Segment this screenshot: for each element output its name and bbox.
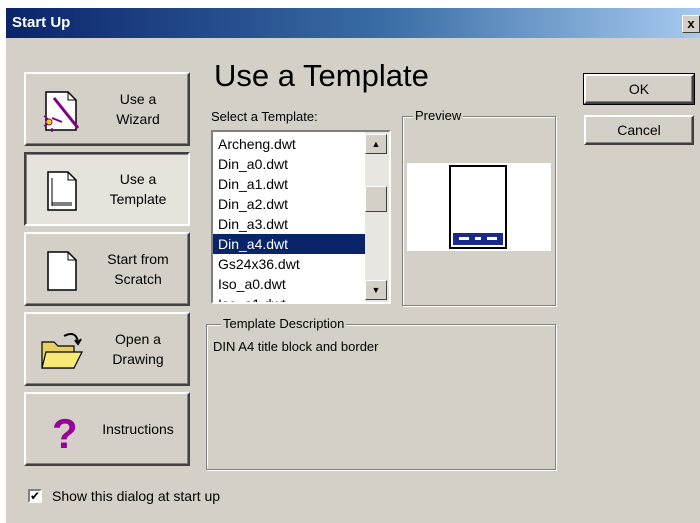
scroll-down-icon[interactable]: ▼ [365, 280, 387, 300]
sidebar-button-blank-page[interactable]: Start from Scratch [24, 232, 190, 306]
list-item[interactable]: Din_a1.dwt [213, 174, 365, 194]
template-list: Archeng.dwt Din_a0.dwt Din_a1.dwt Din_a2.dw… [213, 134, 365, 302]
window-title: Start Up [12, 14, 71, 31]
title-bar[interactable]: Start Up x [6, 8, 700, 38]
wizard-icon [40, 88, 84, 134]
description-label: Template Description [221, 316, 347, 331]
show-dialog-label[interactable]: Show this dialog at start up [52, 488, 220, 504]
description-group: Template Description DIN A4 title block … [206, 316, 556, 470]
sidebar-button-label: Use a Template [109, 171, 167, 207]
preview-group: Preview [402, 108, 556, 306]
list-item[interactable]: Din_a0.dwt [213, 154, 365, 174]
ok-button[interactable]: OK [583, 73, 695, 105]
list-item[interactable]: Din_a4.dwt [213, 234, 365, 254]
title-block-graphic [453, 233, 503, 245]
blank-page-icon [40, 248, 84, 294]
open-folder-icon [40, 328, 84, 374]
sidebar-button-question-mark[interactable]: ? Instructions [24, 392, 190, 466]
list-scrollbar[interactable]: ▲ ▼ [365, 132, 389, 302]
template-preview-image [407, 163, 551, 251]
sidebar-button-wizard[interactable]: Use a Wizard [24, 72, 190, 146]
svg-text:?: ? [52, 410, 78, 454]
select-template-label: Select a Template: [211, 109, 318, 124]
list-item[interactable]: Din_a2.dwt [213, 194, 365, 214]
sidebar-button-template[interactable]: Use a Template [24, 152, 190, 226]
sheet-thumbnail [449, 165, 507, 249]
list-item[interactable]: Archeng.dwt [213, 134, 365, 154]
list-item[interactable]: Din_a3.dwt [213, 214, 365, 234]
sidebar-button-label: Use a Wizard [116, 91, 160, 127]
template-listbox[interactable]: Archeng.dwt Din_a0.dwt Din_a1.dwt Din_a2.dw… [211, 130, 391, 304]
page-title: Use a Template [214, 58, 429, 93]
question-mark-icon: ? [40, 408, 84, 457]
template-description: DIN A4 title block and border [213, 339, 379, 354]
list-item[interactable]: Gs24x36.dwt [213, 254, 365, 274]
list-item[interactable]: Iso_a1.dwt [213, 294, 365, 302]
sidebar-button-label: Start from Scratch [107, 251, 169, 287]
close-button[interactable]: x [682, 15, 700, 33]
sidebar-button-label: Open a Drawing [112, 331, 164, 367]
template-icon [40, 168, 84, 214]
scroll-up-icon[interactable]: ▲ [365, 134, 387, 154]
start-up-dialog: Start Up x Use a Wizard Use a Template Sta… [6, 8, 700, 523]
sidebar-button-open-folder[interactable]: Open a Drawing [24, 312, 190, 386]
scroll-thumb[interactable] [365, 186, 387, 212]
sidebar-button-label: Instructions [102, 421, 174, 437]
preview-label: Preview [413, 108, 464, 123]
list-item[interactable]: Iso_a0.dwt [213, 274, 365, 294]
cancel-button[interactable]: Cancel [584, 115, 694, 145]
show-dialog-checkbox[interactable]: ✔ [28, 489, 42, 503]
